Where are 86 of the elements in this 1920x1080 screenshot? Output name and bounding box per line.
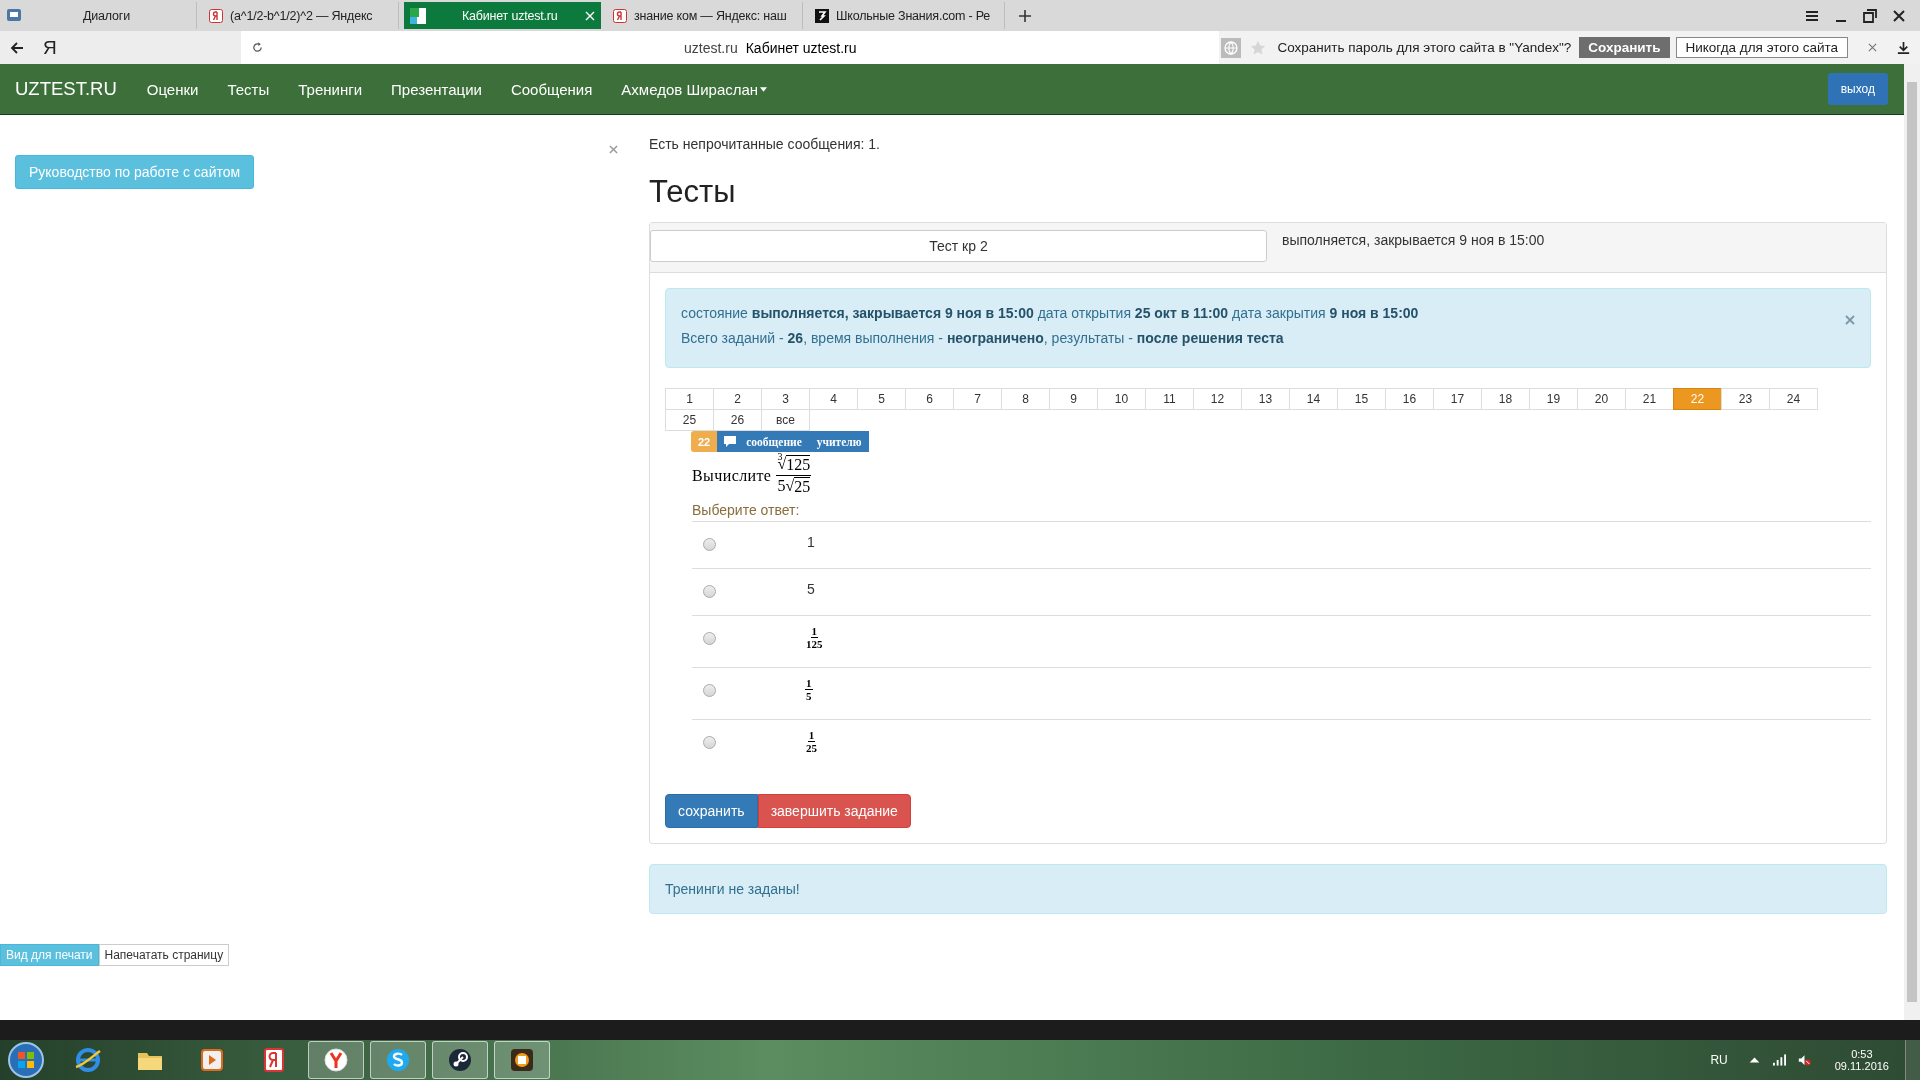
site-logo-link[interactable]: UZTEST.RU: [15, 78, 117, 100]
task-page-link[interactable]: 17: [1433, 388, 1482, 410]
user-menu[interactable]: Ахмедов Шираслан: [621, 80, 768, 98]
download-icon[interactable]: [1896, 40, 1911, 55]
task-page-link[interactable]: 6: [905, 388, 954, 410]
speech-bubble-icon: [724, 436, 737, 447]
task-page-link[interactable]: 15: [1337, 388, 1386, 410]
signal-icon[interactable]: [1772, 1054, 1786, 1066]
browser-logo[interactable]: Я: [43, 36, 63, 59]
tab-icon: [410, 7, 426, 24]
address-field[interactable]: uztest.ru Кабинет uztest.ru: [241, 31, 1220, 64]
browser-tab[interactable]: (a^1/2-b^1/2)^2 — Яндекс: [202, 2, 399, 29]
restore-icon[interactable]: [1862, 7, 1878, 24]
tab-icon: [208, 7, 224, 24]
page-heading: Тесты: [649, 174, 737, 210]
task-page-link[interactable]: 5: [857, 388, 906, 410]
scrollbar[interactable]: [1904, 64, 1920, 1020]
answer-value: 5: [807, 581, 815, 597]
task-page-link[interactable]: 10: [1097, 388, 1146, 410]
task-page-link[interactable]: 14: [1289, 388, 1338, 410]
never-save-button[interactable]: Никогда для этого сайта: [1675, 37, 1848, 58]
task-page-link[interactable]: 12: [1193, 388, 1242, 410]
browser-tab[interactable]: Школьные Знания.com - Ре: [808, 2, 1005, 29]
question-label: Вычислите: [692, 466, 772, 485]
test-name-field[interactable]: Тест кр 2: [650, 230, 1267, 262]
start-button[interactable]: [6, 1040, 46, 1080]
unread-messages-notice: Есть непрочитанные сообщения: 1.: [649, 135, 881, 152]
trainings-text: Тренинги не заданы!: [665, 881, 800, 897]
close-tab-icon[interactable]: [585, 10, 595, 21]
radio-button[interactable]: [703, 585, 716, 598]
task-number: 22: [691, 431, 718, 452]
muted-speaker-icon[interactable]: [1797, 1054, 1811, 1066]
task-page-link[interactable]: 13: [1241, 388, 1290, 410]
tab-icon: [612, 7, 628, 24]
answer-fraction: 1 125: [805, 626, 824, 650]
browser-tab[interactable]: знание ком — Яндекс: наш: [606, 2, 803, 29]
nav-link[interactable]: Тесты: [227, 80, 270, 98]
clock-date: 09.11.2016: [1834, 1060, 1889, 1072]
task-page-link[interactable]: 11: [1145, 388, 1194, 410]
browser-tab[interactable]: Диалоги: [0, 2, 197, 29]
back-icon[interactable]: [9, 39, 25, 56]
reload-icon[interactable]: [251, 41, 264, 54]
nav-link[interactable]: Тренинги: [298, 80, 363, 98]
app-icon[interactable]: [494, 1041, 550, 1079]
save-button[interactable]: сохранить: [665, 794, 758, 828]
test-status: выполняется, закрывается 9 ноя в 15:00: [1282, 231, 1545, 248]
task-page-link[interactable]: 23: [1721, 388, 1770, 410]
task-page-link[interactable]: 19: [1529, 388, 1578, 410]
task-page-link[interactable]: 8: [1001, 388, 1050, 410]
language-indicator[interactable]: RU: [1710, 1053, 1728, 1067]
save-password-button[interactable]: Сохранить: [1579, 37, 1670, 58]
logout-button[interactable]: выход: [1827, 73, 1888, 105]
caret-icon: [760, 86, 768, 92]
print-button[interactable]: Напечатать страницу: [98, 944, 230, 966]
finish-task-button[interactable]: завершить задание: [757, 794, 911, 828]
radio-button[interactable]: [703, 538, 716, 551]
message-teacher-button[interactable]: сообщение учителю: [717, 431, 869, 452]
radio-button[interactable]: [703, 632, 716, 645]
password-prompt-text: Сохранить пароль для этого сайта в "Yandex"?: [1277, 40, 1572, 55]
task-page-link[interactable]: 20: [1577, 388, 1626, 410]
browser-tab[interactable]: Кабинет uztest.ru: [404, 2, 601, 29]
task-page-link[interactable]: 18: [1481, 388, 1530, 410]
nav-link[interactable]: Оценки: [146, 80, 199, 98]
answer-fraction: 1 25: [805, 730, 818, 754]
radio-button[interactable]: [703, 736, 716, 749]
tab-icon: [814, 7, 830, 24]
task-page-link[interactable]: 16: [1385, 388, 1434, 410]
task-page-link[interactable]: все: [761, 409, 810, 431]
tab-icon: [6, 7, 22, 24]
new-tab-icon[interactable]: [1018, 8, 1032, 23]
answer-value: 1: [807, 534, 815, 550]
task-page-link[interactable]: 24: [1769, 388, 1818, 410]
task-page-link[interactable]: 1: [665, 388, 714, 410]
radio-button[interactable]: [703, 684, 716, 697]
close-icon[interactable]: [1891, 7, 1907, 24]
nav-link[interactable]: Презентации: [391, 80, 482, 98]
info-text: Всего заданий - 26, время выполнения - неограничено, результаты - после решения теста: [681, 330, 1285, 346]
clock-time: 0:53: [1851, 1048, 1873, 1060]
answer-prompt: Выберите ответ:: [692, 502, 1871, 522]
info-text: состояние выполняется, закрывается 9 ноя в 15:00 дата открытия 25 окт в 11:00 дата закрытия 9 ноя в 15:00: [681, 305, 1420, 321]
task-page-link[interactable]: 4: [809, 388, 858, 410]
task-page-link[interactable]: 7: [953, 388, 1002, 410]
task-page-link[interactable]: 9: [1049, 388, 1098, 410]
nav-link[interactable]: Сообщения: [510, 80, 593, 98]
answer-fraction: 1 5: [805, 678, 813, 702]
app-icon[interactable]: [432, 1041, 488, 1079]
